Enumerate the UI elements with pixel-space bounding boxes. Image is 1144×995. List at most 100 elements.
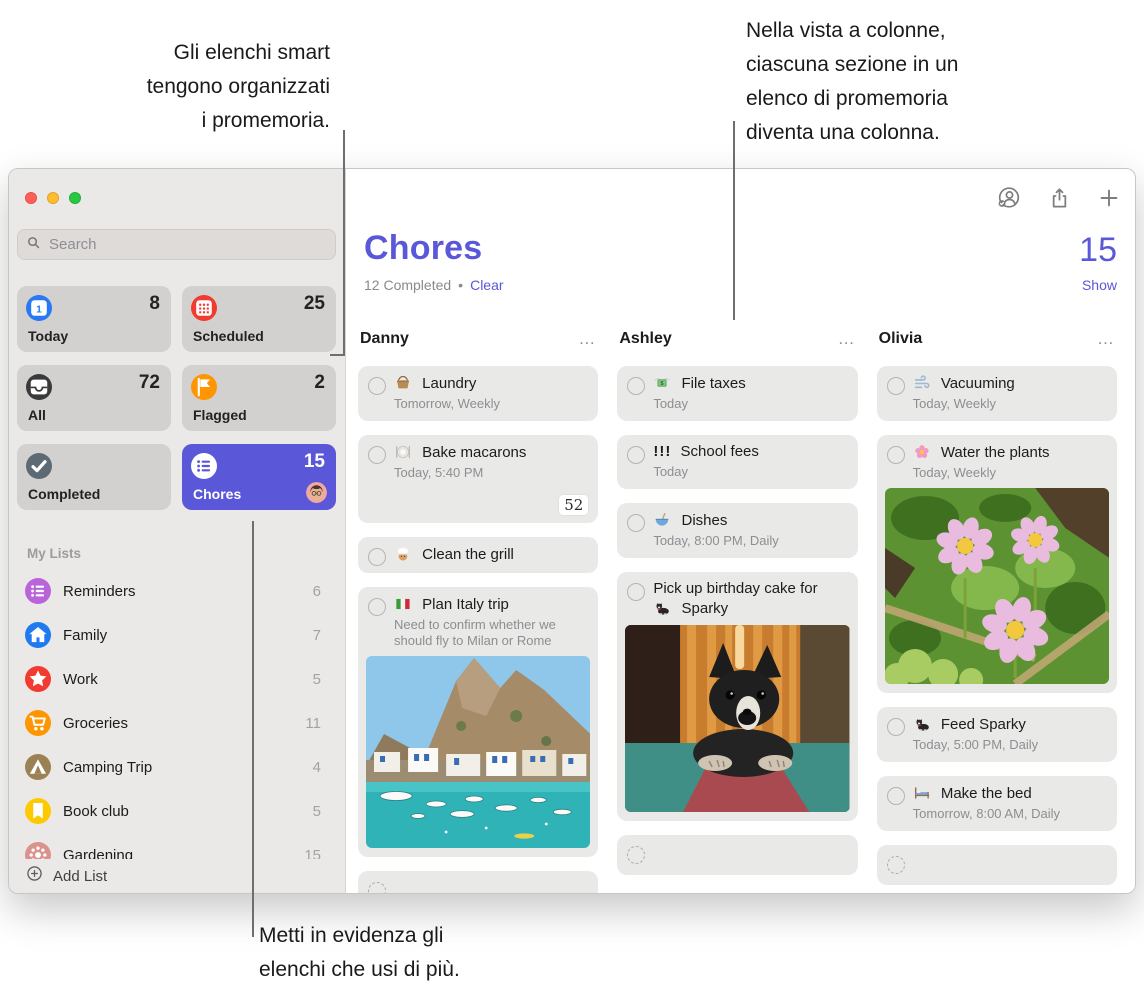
list-label: Work — [63, 671, 98, 688]
clear-link[interactable]: Clear — [470, 277, 503, 293]
reminder-card[interactable]: Clean the grill — [358, 537, 598, 573]
smart-list-label: Chores — [193, 486, 241, 502]
main-content: Chores 12 Completed • Clear 15 Show Dann… — [346, 169, 1135, 893]
reminder-card[interactable]: Dishes Today, 8:00 PM, Daily — [617, 503, 857, 558]
columns-board: Danny … Laundry Tomorrow, Weekly Bake ma… — [358, 327, 1117, 893]
list-icon — [25, 578, 51, 604]
svg-text:$: $ — [661, 381, 664, 387]
smart-list-label: Scheduled — [193, 328, 264, 344]
smart-list-card-flagged[interactable]: 2 Flagged — [182, 365, 336, 431]
complete-circle[interactable] — [627, 377, 645, 395]
new-reminder-placeholder-card[interactable] — [617, 835, 857, 875]
sidebar-item-work[interactable]: Work 5 — [9, 657, 345, 701]
list-icon — [25, 710, 51, 736]
close-button[interactable] — [25, 192, 37, 204]
total-count: 15 — [1079, 231, 1117, 270]
reminder-title: Feed Sparky — [941, 716, 1026, 733]
smart-list-card-chores[interactable]: 15 Chores — [182, 444, 336, 510]
complete-circle[interactable] — [368, 377, 386, 395]
complete-circle[interactable] — [627, 583, 645, 601]
reminder-title-line2: Sparky — [682, 600, 729, 617]
add-list-button[interactable]: Add List — [9, 859, 345, 893]
reminder-card[interactable]: Bake macarons Today, 5:40 PM 52 — [358, 435, 598, 523]
column-menu-button[interactable]: … — [838, 334, 856, 344]
show-link[interactable]: Show — [1082, 277, 1117, 293]
sidebar-item-reminders[interactable]: Reminders 6 — [9, 569, 345, 613]
sidebar-item-camping-trip[interactable]: Camping Trip 4 — [9, 745, 345, 789]
smart-list-card-scheduled[interactable]: 25 Scheduled — [182, 286, 336, 352]
search-field[interactable] — [17, 229, 336, 260]
complete-circle[interactable] — [887, 718, 905, 736]
window-controls — [25, 192, 81, 204]
shared-list-icon[interactable] — [994, 184, 1022, 212]
reminder-detail: Today, Weekly — [913, 396, 1107, 412]
reminder-card[interactable]: Vacuuming Today, Weekly — [877, 366, 1117, 421]
reminder-card[interactable]: $ File taxes Today — [617, 366, 857, 421]
reminder-photo — [366, 656, 590, 848]
page-title: Chores — [364, 229, 1117, 268]
smart-list-icon — [26, 453, 52, 479]
smart-list-label: Today — [28, 328, 68, 344]
completed-count: 12 Completed — [364, 277, 451, 293]
complete-circle[interactable] — [368, 598, 386, 616]
share-icon[interactable] — [1047, 186, 1072, 211]
smart-list-card-today[interactable]: 1 8 Today — [17, 286, 171, 352]
column-menu-button[interactable]: … — [1097, 334, 1115, 344]
emoji-icon — [913, 784, 931, 802]
complete-circle[interactable] — [627, 846, 645, 864]
list-count: 6 — [313, 583, 321, 600]
column-menu-button[interactable]: … — [578, 334, 596, 344]
emoji-icon — [394, 374, 412, 392]
board-column-ashley: Ashley … $ File taxes Today !!! School f… — [617, 327, 857, 893]
plus-circle-icon — [25, 864, 44, 888]
reminder-title: Laundry — [422, 375, 476, 392]
list-label: Reminders — [63, 583, 136, 600]
search-input[interactable] — [47, 235, 327, 254]
complete-circle[interactable] — [887, 787, 905, 805]
complete-circle[interactable] — [887, 377, 905, 395]
reminder-card[interactable]: Make the bed Tomorrow, 8:00 AM, Daily — [877, 776, 1117, 831]
list-count: 11 — [305, 715, 321, 732]
priority-marks: !!! — [653, 443, 671, 460]
complete-circle[interactable] — [887, 446, 905, 464]
new-reminder-placeholder-card[interactable] — [358, 871, 598, 893]
reminder-card[interactable]: !!! School fees Today — [617, 435, 857, 489]
reminder-card[interactable]: Feed Sparky Today, 5:00 PM, Daily — [877, 707, 1117, 762]
zoom-button[interactable] — [69, 192, 81, 204]
smart-list-label: All — [28, 407, 46, 423]
add-list-label: Add List — [53, 868, 107, 885]
sidebar-item-family[interactable]: Family 7 — [9, 613, 345, 657]
list-label: Camping Trip — [63, 759, 152, 776]
smart-list-card-completed[interactable]: Completed — [17, 444, 171, 510]
sidebar-item-groceries[interactable]: Groceries 11 — [9, 701, 345, 745]
complete-circle[interactable] — [887, 856, 905, 874]
complete-circle[interactable] — [368, 882, 386, 893]
sidebar-item-book-club[interactable]: Book club 5 — [9, 789, 345, 833]
emoji-icon: $ — [653, 374, 671, 392]
list-icon — [25, 798, 51, 824]
smart-list-count: 2 — [314, 372, 325, 394]
reminder-card[interactable]: Pick up birthday cake for Sparky — [617, 572, 857, 821]
callout-line-smart-lists-elbow — [330, 354, 345, 356]
complete-circle[interactable] — [627, 446, 645, 464]
attachment-badge: 52 — [559, 495, 588, 515]
new-reminder-placeholder-card[interactable] — [877, 845, 1117, 885]
smart-list-icon — [191, 374, 217, 400]
list-label: Family — [63, 627, 107, 644]
annotation-column-view: Nella vista a colonne, ciascuna sezione … — [746, 14, 958, 150]
reminder-detail: Tomorrow, Weekly — [394, 396, 588, 412]
smart-list-card-all[interactable]: 72 All — [17, 365, 171, 431]
complete-circle[interactable] — [627, 514, 645, 532]
minimize-button[interactable] — [47, 192, 59, 204]
reminders-window: 1 8 Today 25 Scheduled 72 All 2 Flagged … — [8, 168, 1136, 894]
sidebar: 1 8 Today 25 Scheduled 72 All 2 Flagged … — [9, 169, 346, 893]
complete-circle[interactable] — [368, 548, 386, 566]
list-count: 4 — [313, 759, 321, 776]
reminder-card[interactable]: Plan Italy trip Need to confirm whether … — [358, 587, 598, 857]
emoji-icon — [394, 545, 412, 563]
add-reminder-icon[interactable] — [1097, 186, 1121, 210]
reminder-card[interactable]: Laundry Tomorrow, Weekly — [358, 366, 598, 421]
reminder-card[interactable]: Water the plants Today, Weekly — [877, 435, 1117, 693]
complete-circle[interactable] — [368, 446, 386, 464]
column-cards: Vacuuming Today, Weekly Water the plants… — [877, 366, 1117, 885]
